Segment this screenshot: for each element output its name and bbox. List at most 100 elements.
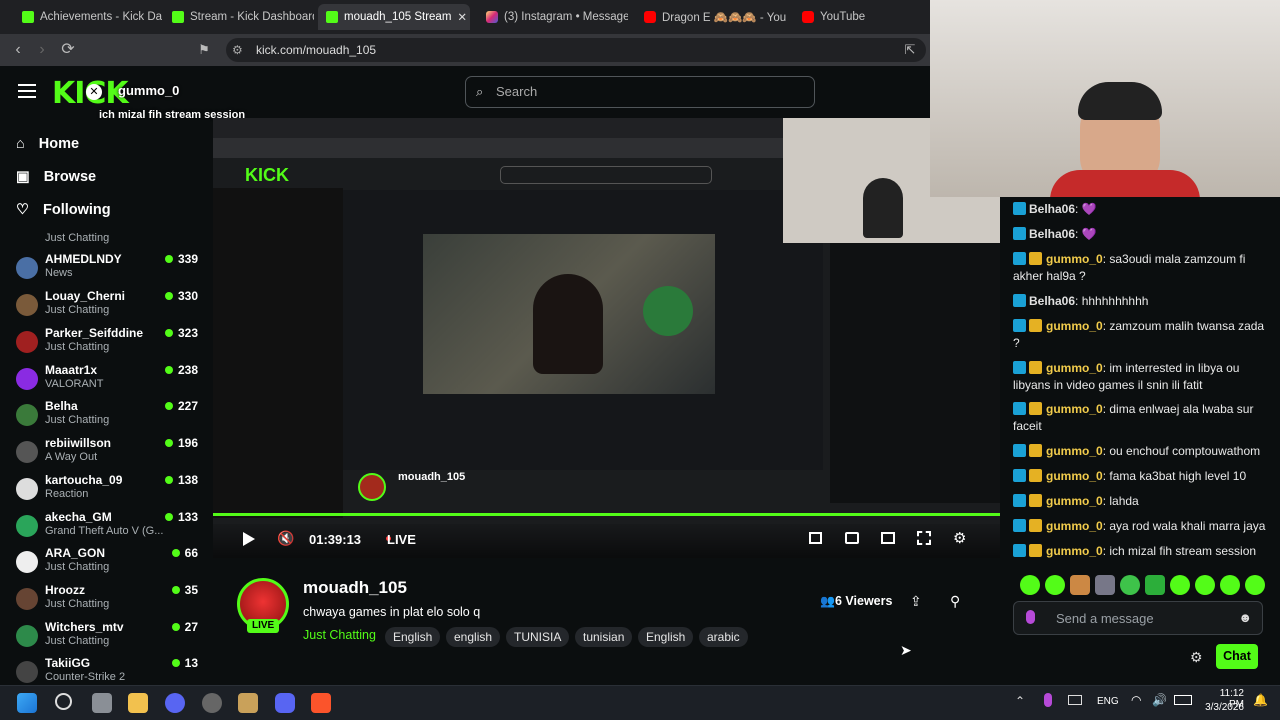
chat-username[interactable]: gummo_0 [1046, 544, 1103, 558]
browser-tab[interactable]: Stream - Kick Dashboard [164, 4, 314, 30]
battery-icon[interactable] [1174, 695, 1192, 705]
sidebar-channel[interactable]: Witchers_mtv Just Chatting 27 [14, 620, 204, 654]
language-indicator[interactable]: ENG [1097, 696, 1119, 707]
chat-username[interactable]: Belha06 [1029, 294, 1075, 308]
channel-category: Just Chatting [45, 414, 110, 426]
tag-chip[interactable]: TUNISIA [506, 627, 570, 647]
mute-icon[interactable]: 🔇 [277, 530, 294, 547]
emoji-picker-icon[interactable]: ☻ [1238, 610, 1252, 625]
clip-icon[interactable] [845, 532, 859, 544]
sidebar-item-home[interactable]: ⌂ Home [16, 132, 79, 156]
chat-username[interactable]: Belha06 [1029, 227, 1075, 241]
chat-username[interactable]: gummo_0 [1046, 402, 1103, 416]
emote-icon[interactable] [1195, 575, 1215, 595]
search-input[interactable]: ⌕ Search [465, 76, 815, 108]
nested-sidebar [213, 188, 343, 518]
emote-icon[interactable] [1020, 575, 1040, 595]
sidebar-channel[interactable]: rebiiwillson A Way Out 196 [14, 436, 204, 470]
sidebar-channel[interactable]: akecha_GM Grand Theft Auto V (G... 133 [14, 510, 204, 544]
chat-username[interactable]: gummo_0 [1046, 252, 1103, 266]
file-explorer-icon[interactable] [128, 693, 148, 713]
menu-icon[interactable] [18, 84, 36, 98]
emote-icon[interactable] [1120, 575, 1140, 595]
sidebar-channel[interactable]: TakiiGG Counter-Strike 2 13 [14, 656, 204, 685]
app-icon[interactable] [238, 693, 258, 713]
share-icon[interactable]: ⇪ [910, 593, 922, 610]
sidebar-channel[interactable]: Belha Just Chatting 227 [14, 399, 204, 433]
emote-icon[interactable] [1095, 575, 1115, 595]
chat-username[interactable]: gummo_0 [1046, 444, 1103, 458]
chat-settings-gear-icon[interactable]: ⚙ [1190, 649, 1203, 666]
sidebar-channel[interactable]: Hroozz Just Chatting 35 [14, 583, 204, 617]
theater-mode-icon[interactable] [809, 532, 822, 544]
chat-username[interactable]: gummo_0 [1046, 494, 1103, 508]
chat-username[interactable]: gummo_0 [1046, 469, 1103, 483]
notifications-icon[interactable]: 🔔 [1253, 693, 1268, 707]
keyboard-icon[interactable] [1068, 695, 1082, 705]
sidebar-channel[interactable]: Parker_Seifddine Just Chatting 323 [14, 326, 204, 360]
bookmark-icon[interactable]: ⚑ [194, 40, 214, 60]
sidebar-channel[interactable]: Maaatr1x VALORANT 238 [14, 363, 204, 397]
browser-tab[interactable]: Achievements - Kick Dashb [14, 4, 162, 30]
browser-tab[interactable]: (3) Instagram • Messages [478, 4, 628, 30]
settings-gear-icon[interactable]: ⚙ [953, 529, 966, 547]
reload-icon[interactable]: ⟳ [58, 40, 78, 60]
close-tab-icon[interactable]: ✕ [457, 10, 467, 24]
stream-category[interactable]: Just Chatting [303, 628, 376, 642]
mic-tray-icon[interactable] [1044, 693, 1052, 707]
sidebar-channel[interactable]: Louay_Cherni Just Chatting 330 [14, 289, 204, 323]
tag-chip[interactable]: english [446, 627, 501, 647]
tag-chip[interactable]: English [385, 627, 441, 647]
sidebar-channel[interactable]: ARA_GON Just Chatting 66 [14, 546, 204, 580]
browser-tab[interactable]: YouTube [794, 4, 914, 30]
chat-username[interactable]: Belha06 [1029, 202, 1075, 216]
browser-tab[interactable]: Dragon E 🙈🙈🙈 - YouT [636, 4, 786, 30]
sidebar-channel[interactable]: AHMEDLNDY News 339 [14, 252, 204, 286]
tray-chevron-icon[interactable]: ⌃ [1015, 694, 1025, 708]
forward-icon[interactable]: › [32, 40, 52, 60]
site-info-icon[interactable]: ⚙ [232, 38, 243, 62]
chat-username[interactable]: gummo_0 [1046, 519, 1103, 533]
follow-user-icon[interactable]: ⚲ [950, 593, 960, 610]
brave-browser-icon[interactable] [311, 693, 331, 713]
mic-icon[interactable] [1026, 610, 1035, 624]
sidebar-item-browse[interactable]: ▣ Browse [16, 165, 96, 189]
browser-tab-active[interactable]: mouadh_105 Stream ✕ [318, 4, 470, 30]
chat-message: gummo_0: ich mizal fih stream session [1013, 543, 1271, 560]
discord-app-icon[interactable] [275, 693, 295, 713]
chat-input[interactable]: Send a message ☻ [1013, 601, 1263, 635]
sidebar-channel[interactable]: kartoucha_09 Reaction 138 [14, 473, 204, 507]
share-page-icon[interactable]: ⇱ [900, 40, 920, 60]
windows-start-icon[interactable] [17, 693, 37, 713]
emote-icon[interactable] [1220, 575, 1240, 595]
live-indicator[interactable]: LIVE [387, 532, 416, 547]
tag-chip[interactable]: tunisian [575, 627, 633, 647]
volume-icon[interactable]: 🔊 [1152, 693, 1167, 707]
wifi-icon[interactable]: ◠ [1131, 693, 1141, 707]
emote-icon[interactable] [1245, 575, 1265, 595]
play-icon[interactable] [243, 532, 255, 546]
steam-icon[interactable] [202, 693, 222, 713]
chat-username[interactable]: gummo_0 [1046, 319, 1103, 333]
discord-icon[interactable] [165, 693, 185, 713]
url-field[interactable]: ⚙ kick.com/mouadh_105 [226, 38, 926, 62]
player-progress-bar[interactable] [213, 513, 1000, 516]
tag-chip[interactable]: arabic [699, 627, 748, 647]
fullscreen-icon[interactable] [917, 531, 931, 545]
emote-icon[interactable] [1070, 575, 1090, 595]
pip-icon[interactable] [881, 532, 895, 544]
emote-icon[interactable] [1045, 575, 1065, 595]
channel-name[interactable]: mouadh_105 [303, 578, 407, 598]
emote-icon[interactable] [1145, 575, 1165, 595]
chat-send-button[interactable]: Chat [1216, 644, 1258, 669]
back-icon[interactable]: ‹ [8, 40, 28, 60]
task-view-icon[interactable] [92, 693, 112, 713]
emote-icon[interactable] [1170, 575, 1190, 595]
sidebar-item-following[interactable]: ♡ Following [16, 198, 111, 222]
chat-message: gummo_0: zamzoum malih twansa zada ? [1013, 318, 1271, 352]
clock-date[interactable]: 3/3/2026 [1200, 702, 1244, 713]
tag-chip[interactable]: English [638, 627, 694, 647]
video-player[interactable]: KICK mouadh_105 [213, 118, 1000, 558]
search-icon[interactable] [55, 693, 72, 710]
chat-username[interactable]: gummo_0 [1046, 361, 1103, 375]
